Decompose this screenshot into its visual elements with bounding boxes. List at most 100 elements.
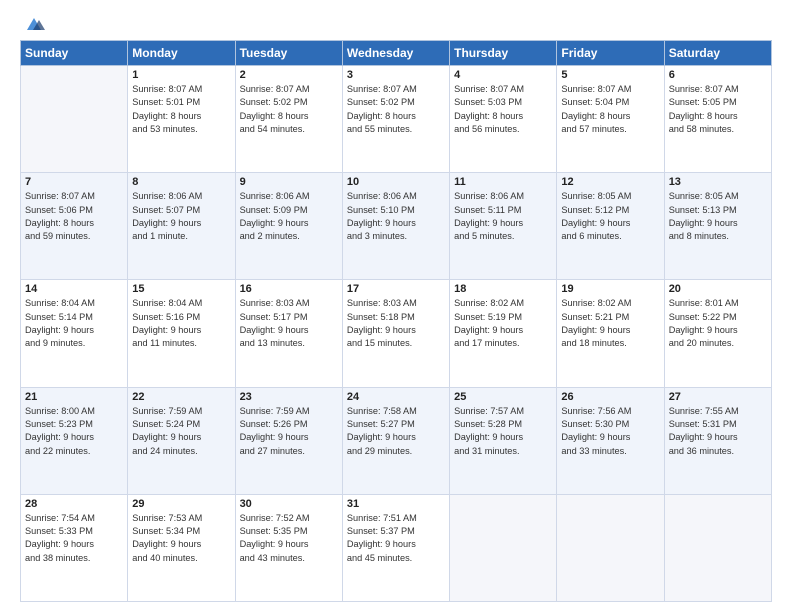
table-row: 17 Sunrise: 8:03 AMSunset: 5:18 PMDayligh…	[342, 280, 449, 387]
table-row: 31 Sunrise: 7:51 AMSunset: 5:37 PMDayligh…	[342, 494, 449, 601]
day-number: 26	[561, 391, 659, 403]
logo-icon	[23, 16, 45, 32]
table-row: 2 Sunrise: 8:07 AMSunset: 5:02 PMDaylight…	[235, 66, 342, 173]
day-info: Sunrise: 8:07 AMSunset: 5:01 PMDaylight:…	[132, 83, 230, 136]
table-row: 18 Sunrise: 8:02 AMSunset: 5:19 PMDayligh…	[450, 280, 557, 387]
day-number: 12	[561, 176, 659, 188]
table-row: 21 Sunrise: 8:00 AMSunset: 5:23 PMDayligh…	[21, 387, 128, 494]
table-row: 20Sunrise: 8:01 AMSunset: 5:22 PMDayligh…	[664, 280, 771, 387]
day-number: 4	[454, 69, 552, 81]
page: Sunday Monday Tuesday Wednesday Thursday…	[0, 0, 792, 612]
day-info: Sunrise: 7:51 AMSunset: 5:37 PMDaylight:…	[347, 512, 445, 565]
day-info: Sunrise: 8:06 AMSunset: 5:09 PMDaylight:…	[240, 190, 338, 243]
col-saturday: Saturday	[664, 41, 771, 66]
day-number: 15	[132, 283, 230, 295]
day-info: Sunrise: 8:05 AMSunset: 5:12 PMDaylight:…	[561, 190, 659, 243]
day-info: Sunrise: 8:07 AMSunset: 5:03 PMDaylight:…	[454, 83, 552, 136]
day-info: Sunrise: 7:59 AMSunset: 5:24 PMDaylight:…	[132, 405, 230, 458]
table-row: 6 Sunrise: 8:07 AMSunset: 5:05 PMDaylight…	[664, 66, 771, 173]
day-number: 14	[25, 283, 123, 295]
header	[20, 16, 772, 30]
col-wednesday: Wednesday	[342, 41, 449, 66]
day-info: Sunrise: 7:52 AMSunset: 5:35 PMDaylight:…	[240, 512, 338, 565]
day-info: Sunrise: 8:05 AMSunset: 5:13 PMDaylight:…	[669, 190, 767, 243]
day-number: 8	[132, 176, 230, 188]
table-row: 26 Sunrise: 7:56 AMSunset: 5:30 PMDayligh…	[557, 387, 664, 494]
day-info: Sunrise: 8:07 AMSunset: 5:06 PMDaylight:…	[25, 190, 123, 243]
day-info: Sunrise: 7:55 AMSunset: 5:31 PMDaylight:…	[669, 405, 767, 458]
table-row: 23Sunrise: 7:59 AMSunset: 5:26 PMDayligh…	[235, 387, 342, 494]
table-row: 14 Sunrise: 8:04 AMSunset: 5:14 PMDayligh…	[21, 280, 128, 387]
col-monday: Monday	[128, 41, 235, 66]
day-info: Sunrise: 8:06 AMSunset: 5:11 PMDaylight:…	[454, 190, 552, 243]
day-number: 1	[132, 69, 230, 81]
day-info: Sunrise: 8:07 AMSunset: 5:02 PMDaylight:…	[347, 83, 445, 136]
table-row: 8 Sunrise: 8:06 AMSunset: 5:07 PMDaylight…	[128, 173, 235, 280]
day-info: Sunrise: 8:00 AMSunset: 5:23 PMDaylight:…	[25, 405, 123, 458]
day-number: 6	[669, 69, 767, 81]
day-info: Sunrise: 8:02 AMSunset: 5:19 PMDaylight:…	[454, 297, 552, 350]
col-thursday: Thursday	[450, 41, 557, 66]
table-row	[450, 494, 557, 601]
table-row	[21, 66, 128, 173]
day-number: 31	[347, 498, 445, 510]
table-row	[557, 494, 664, 601]
day-info: Sunrise: 7:57 AMSunset: 5:28 PMDaylight:…	[454, 405, 552, 458]
day-info: Sunrise: 8:07 AMSunset: 5:02 PMDaylight:…	[240, 83, 338, 136]
table-row: 12 Sunrise: 8:05 AMSunset: 5:12 PMDayligh…	[557, 173, 664, 280]
day-info: Sunrise: 8:04 AMSunset: 5:16 PMDaylight:…	[132, 297, 230, 350]
table-row: 22 Sunrise: 7:59 AMSunset: 5:24 PMDayligh…	[128, 387, 235, 494]
table-row: 30 Sunrise: 7:52 AMSunset: 5:35 PMDayligh…	[235, 494, 342, 601]
table-row	[664, 494, 771, 601]
day-number: 22	[132, 391, 230, 403]
day-number: 29	[132, 498, 230, 510]
day-info: Sunrise: 7:56 AMSunset: 5:30 PMDaylight:…	[561, 405, 659, 458]
table-row: 24 Sunrise: 7:58 AMSunset: 5:27 PMDayligh…	[342, 387, 449, 494]
day-number: 10	[347, 176, 445, 188]
day-number: 30	[240, 498, 338, 510]
table-row: 11 Sunrise: 8:06 AMSunset: 5:11 PMDayligh…	[450, 173, 557, 280]
table-row: 7 Sunrise: 8:07 AMSunset: 5:06 PMDaylight…	[21, 173, 128, 280]
day-number: 18	[454, 283, 552, 295]
day-info: Sunrise: 8:06 AMSunset: 5:10 PMDaylight:…	[347, 190, 445, 243]
calendar-table: Sunday Monday Tuesday Wednesday Thursday…	[20, 40, 772, 602]
table-row: 1 Sunrise: 8:07 AMSunset: 5:01 PMDaylight…	[128, 66, 235, 173]
table-row: 29Sunrise: 7:53 AMSunset: 5:34 PMDayligh…	[128, 494, 235, 601]
calendar-week-row: 14 Sunrise: 8:04 AMSunset: 5:14 PMDayligh…	[21, 280, 772, 387]
logo	[20, 16, 45, 30]
day-info: Sunrise: 8:07 AMSunset: 5:05 PMDaylight:…	[669, 83, 767, 136]
day-info: Sunrise: 7:59 AMSunset: 5:26 PMDaylight:…	[240, 405, 338, 458]
day-info: Sunrise: 8:04 AMSunset: 5:14 PMDaylight:…	[25, 297, 123, 350]
table-row: 5 Sunrise: 8:07 AMSunset: 5:04 PMDaylight…	[557, 66, 664, 173]
day-info: Sunrise: 8:07 AMSunset: 5:04 PMDaylight:…	[561, 83, 659, 136]
calendar-header-row: Sunday Monday Tuesday Wednesday Thursday…	[21, 41, 772, 66]
calendar-week-row: 7 Sunrise: 8:07 AMSunset: 5:06 PMDaylight…	[21, 173, 772, 280]
table-row: 9Sunrise: 8:06 AMSunset: 5:09 PMDaylight…	[235, 173, 342, 280]
table-row: 13Sunrise: 8:05 AMSunset: 5:13 PMDayligh…	[664, 173, 771, 280]
day-number: 27	[669, 391, 767, 403]
day-number: 17	[347, 283, 445, 295]
day-number: 19	[561, 283, 659, 295]
table-row: 4 Sunrise: 8:07 AMSunset: 5:03 PMDaylight…	[450, 66, 557, 173]
day-number: 5	[561, 69, 659, 81]
day-number: 16	[240, 283, 338, 295]
day-info: Sunrise: 8:02 AMSunset: 5:21 PMDaylight:…	[561, 297, 659, 350]
day-number: 7	[25, 176, 123, 188]
day-number: 11	[454, 176, 552, 188]
table-row: 25Sunrise: 7:57 AMSunset: 5:28 PMDayligh…	[450, 387, 557, 494]
day-info: Sunrise: 8:01 AMSunset: 5:22 PMDaylight:…	[669, 297, 767, 350]
col-friday: Friday	[557, 41, 664, 66]
day-number: 24	[347, 391, 445, 403]
day-info: Sunrise: 8:03 AMSunset: 5:18 PMDaylight:…	[347, 297, 445, 350]
table-row: 16 Sunrise: 8:03 AMSunset: 5:17 PMDayligh…	[235, 280, 342, 387]
col-tuesday: Tuesday	[235, 41, 342, 66]
day-info: Sunrise: 7:58 AMSunset: 5:27 PMDaylight:…	[347, 405, 445, 458]
day-number: 2	[240, 69, 338, 81]
calendar-week-row: 1 Sunrise: 8:07 AMSunset: 5:01 PMDaylight…	[21, 66, 772, 173]
table-row: 19 Sunrise: 8:02 AMSunset: 5:21 PMDayligh…	[557, 280, 664, 387]
day-info: Sunrise: 8:03 AMSunset: 5:17 PMDaylight:…	[240, 297, 338, 350]
day-info: Sunrise: 8:06 AMSunset: 5:07 PMDaylight:…	[132, 190, 230, 243]
day-number: 3	[347, 69, 445, 81]
day-info: Sunrise: 7:54 AMSunset: 5:33 PMDaylight:…	[25, 512, 123, 565]
day-number: 21	[25, 391, 123, 403]
